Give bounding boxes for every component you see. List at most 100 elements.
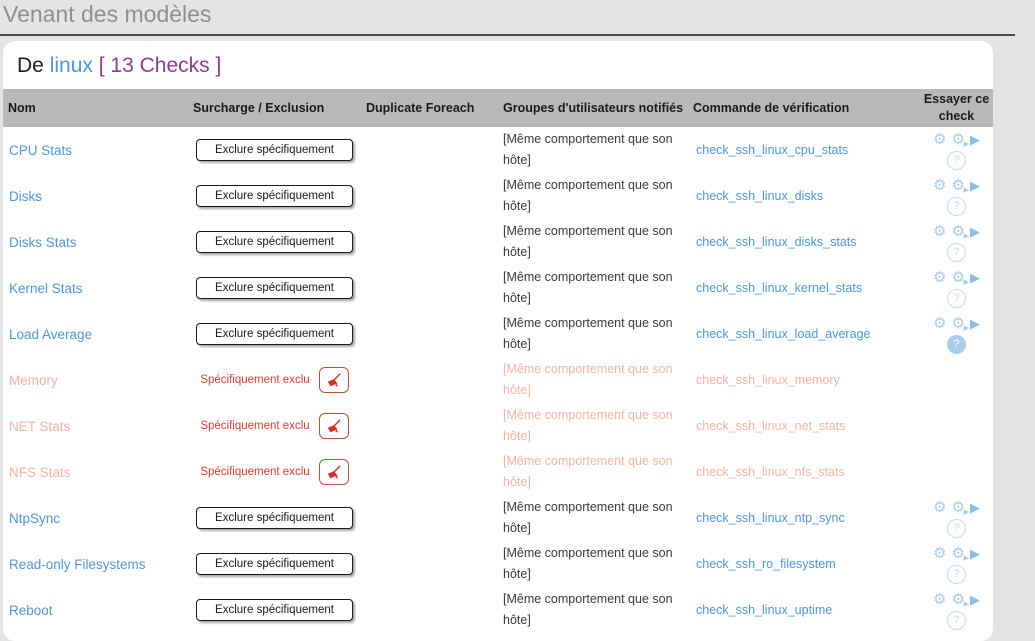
notified-groups-cell: [Même comportement que son hôte] xyxy=(498,219,688,265)
help-icon[interactable]: ? xyxy=(947,611,966,630)
play-icon[interactable]: ▶ xyxy=(970,501,980,514)
command-cell: check_ssh_linux_net_stats xyxy=(688,419,920,433)
play-icon[interactable]: ▶ xyxy=(970,133,980,146)
mini-play-icon: ▶ xyxy=(964,141,969,148)
excluded-state: Spécifiquement exclu xyxy=(200,367,348,393)
play-icon[interactable]: ▶ xyxy=(970,317,980,330)
table-row: NtpSync Exclure spécifiquement [Même com… xyxy=(3,495,993,541)
table-row: NFS Stats Spécifiquement exclu [Même com… xyxy=(3,449,993,495)
check-name-link[interactable]: NFS Stats xyxy=(9,465,71,480)
excluded-state: Spécifiquement exclu xyxy=(200,413,348,439)
help-icon[interactable]: ? xyxy=(947,289,966,308)
check-name-link[interactable]: Disks Stats xyxy=(9,235,77,250)
configure-gear-icon[interactable]: ⚙ xyxy=(933,224,946,239)
play-icon[interactable]: ▶ xyxy=(970,179,980,192)
run-gear-icon[interactable]: ⚙▶ xyxy=(952,132,965,147)
configure-gear-icon[interactable]: ⚙ xyxy=(933,592,946,607)
check-name-link[interactable]: CPU Stats xyxy=(9,143,72,158)
try-icon-row: ⚙ ⚙▶ ▶ xyxy=(933,177,980,195)
panel-heading: De linux [ 13 Checks ] xyxy=(3,41,993,89)
check-name-cell: NFS Stats xyxy=(3,465,188,480)
help-icon[interactable]: ? xyxy=(947,151,966,170)
run-gear-icon[interactable]: ⚙▶ xyxy=(952,546,965,561)
mini-play-icon: ▶ xyxy=(964,509,969,516)
play-icon[interactable]: ▶ xyxy=(970,547,980,560)
help-icon[interactable]: ? xyxy=(947,335,966,354)
play-icon[interactable]: ▶ xyxy=(970,225,980,238)
override-cell: Exclure spécifiquement xyxy=(188,599,361,621)
exclude-button[interactable]: Exclure spécifiquement xyxy=(196,599,353,621)
configure-gear-icon[interactable]: ⚙ xyxy=(933,178,946,193)
override-cell: Spécifiquement exclu xyxy=(188,367,361,393)
table-row: Read-only Filesystems Exclure spécifique… xyxy=(3,541,993,587)
exclude-button[interactable]: Exclure spécifiquement xyxy=(196,553,353,575)
command-link[interactable]: check_ssh_linux_cpu_stats xyxy=(696,143,848,157)
play-icon[interactable]: ▶ xyxy=(970,271,980,284)
mini-play-icon: ▶ xyxy=(964,279,969,286)
exclude-button[interactable]: Exclure spécifiquement xyxy=(196,231,353,253)
try-icon-row: ⚙ ⚙▶ ▶ xyxy=(933,499,980,517)
try-check-cell: ⚙ ⚙▶ ▶ ? xyxy=(920,131,993,170)
column-header-command: Commande de vérification xyxy=(688,99,920,117)
exclude-button[interactable]: Exclure spécifiquement xyxy=(196,139,353,161)
template-name-link[interactable]: linux xyxy=(50,54,93,77)
restore-check-button[interactable] xyxy=(319,413,349,439)
exclude-button[interactable]: Exclure spécifiquement xyxy=(196,507,353,529)
configure-gear-icon[interactable]: ⚙ xyxy=(933,500,946,515)
command-cell: check_ssh_ro_filesystem xyxy=(688,557,920,571)
run-gear-icon[interactable]: ⚙▶ xyxy=(952,316,965,331)
excluded-label: Spécifiquement exclu xyxy=(200,420,309,432)
check-name-link[interactable]: Memory xyxy=(9,373,58,388)
help-icon[interactable]: ? xyxy=(947,565,966,584)
check-name-link[interactable]: Disks xyxy=(9,189,42,204)
help-icon[interactable]: ? xyxy=(947,197,966,216)
command-cell: check_ssh_linux_ntp_sync xyxy=(688,511,920,525)
command-link[interactable]: check_ssh_linux_nfs_stats xyxy=(696,465,845,479)
table-row: Kernel Stats Exclure spécifiquement [Mêm… xyxy=(3,265,993,311)
command-link[interactable]: check_ssh_linux_memory xyxy=(696,373,840,387)
checks-count: [ 13 Checks ] xyxy=(99,54,222,77)
play-icon[interactable]: ▶ xyxy=(970,593,980,606)
configure-gear-icon[interactable]: ⚙ xyxy=(933,316,946,331)
check-name-link[interactable]: Reboot xyxy=(9,603,53,618)
help-icon[interactable]: ? xyxy=(947,243,966,262)
run-gear-icon[interactable]: ⚙▶ xyxy=(952,270,965,285)
check-name-link[interactable]: NET Stats xyxy=(9,419,70,434)
table-header: Nom Surcharge / Exclusion Duplicate Fore… xyxy=(3,89,993,127)
column-header-groups: Groupes d'utilisateurs notifiés xyxy=(498,99,688,117)
run-gear-icon[interactable]: ⚙▶ xyxy=(952,592,965,607)
mini-play-icon: ▶ xyxy=(964,325,969,332)
run-gear-icon[interactable]: ⚙▶ xyxy=(952,500,965,515)
command-link[interactable]: check_ssh_linux_load_average xyxy=(696,327,870,341)
command-link[interactable]: check_ssh_linux_uptime xyxy=(696,603,832,617)
column-header-name: Nom xyxy=(3,99,188,117)
configure-gear-icon[interactable]: ⚙ xyxy=(933,270,946,285)
try-check-cell: ⚙ ⚙▶ ▶ ? xyxy=(920,315,993,354)
command-link[interactable]: check_ssh_linux_ntp_sync xyxy=(696,511,845,525)
exclude-button[interactable]: Exclure spécifiquement xyxy=(196,277,353,299)
notified-groups-cell: [Même comportement que son hôte] xyxy=(498,449,688,495)
command-link[interactable]: check_ssh_linux_disks_stats xyxy=(696,235,857,249)
command-cell: check_ssh_linux_cpu_stats xyxy=(688,143,920,157)
restore-check-button[interactable] xyxy=(319,367,349,393)
restore-check-button[interactable] xyxy=(319,459,349,485)
try-icon-row: ⚙ ⚙▶ ▶ xyxy=(933,223,980,241)
command-link[interactable]: check_ssh_linux_net_stats xyxy=(696,419,845,433)
run-gear-icon[interactable]: ⚙▶ xyxy=(952,224,965,239)
command-cell: check_ssh_linux_disks xyxy=(688,189,920,203)
command-link[interactable]: check_ssh_ro_filesystem xyxy=(696,557,836,571)
check-name-link[interactable]: Read-only Filesystems xyxy=(9,557,146,572)
command-link[interactable]: check_ssh_linux_kernel_stats xyxy=(696,281,862,295)
check-name-link[interactable]: NtpSync xyxy=(9,511,60,526)
run-gear-icon[interactable]: ⚙▶ xyxy=(952,178,965,193)
check-name-link[interactable]: Load Average xyxy=(9,327,92,342)
configure-gear-icon[interactable]: ⚙ xyxy=(933,546,946,561)
notified-groups-cell: [Même comportement que son hôte] xyxy=(498,541,688,587)
check-name-link[interactable]: Kernel Stats xyxy=(9,281,83,296)
configure-gear-icon[interactable]: ⚙ xyxy=(933,132,946,147)
help-icon[interactable]: ? xyxy=(947,519,966,538)
exclude-button[interactable]: Exclure spécifiquement xyxy=(196,185,353,207)
command-cell: check_ssh_linux_memory xyxy=(688,373,920,387)
command-link[interactable]: check_ssh_linux_disks xyxy=(696,189,823,203)
exclude-button[interactable]: Exclure spécifiquement xyxy=(196,323,353,345)
